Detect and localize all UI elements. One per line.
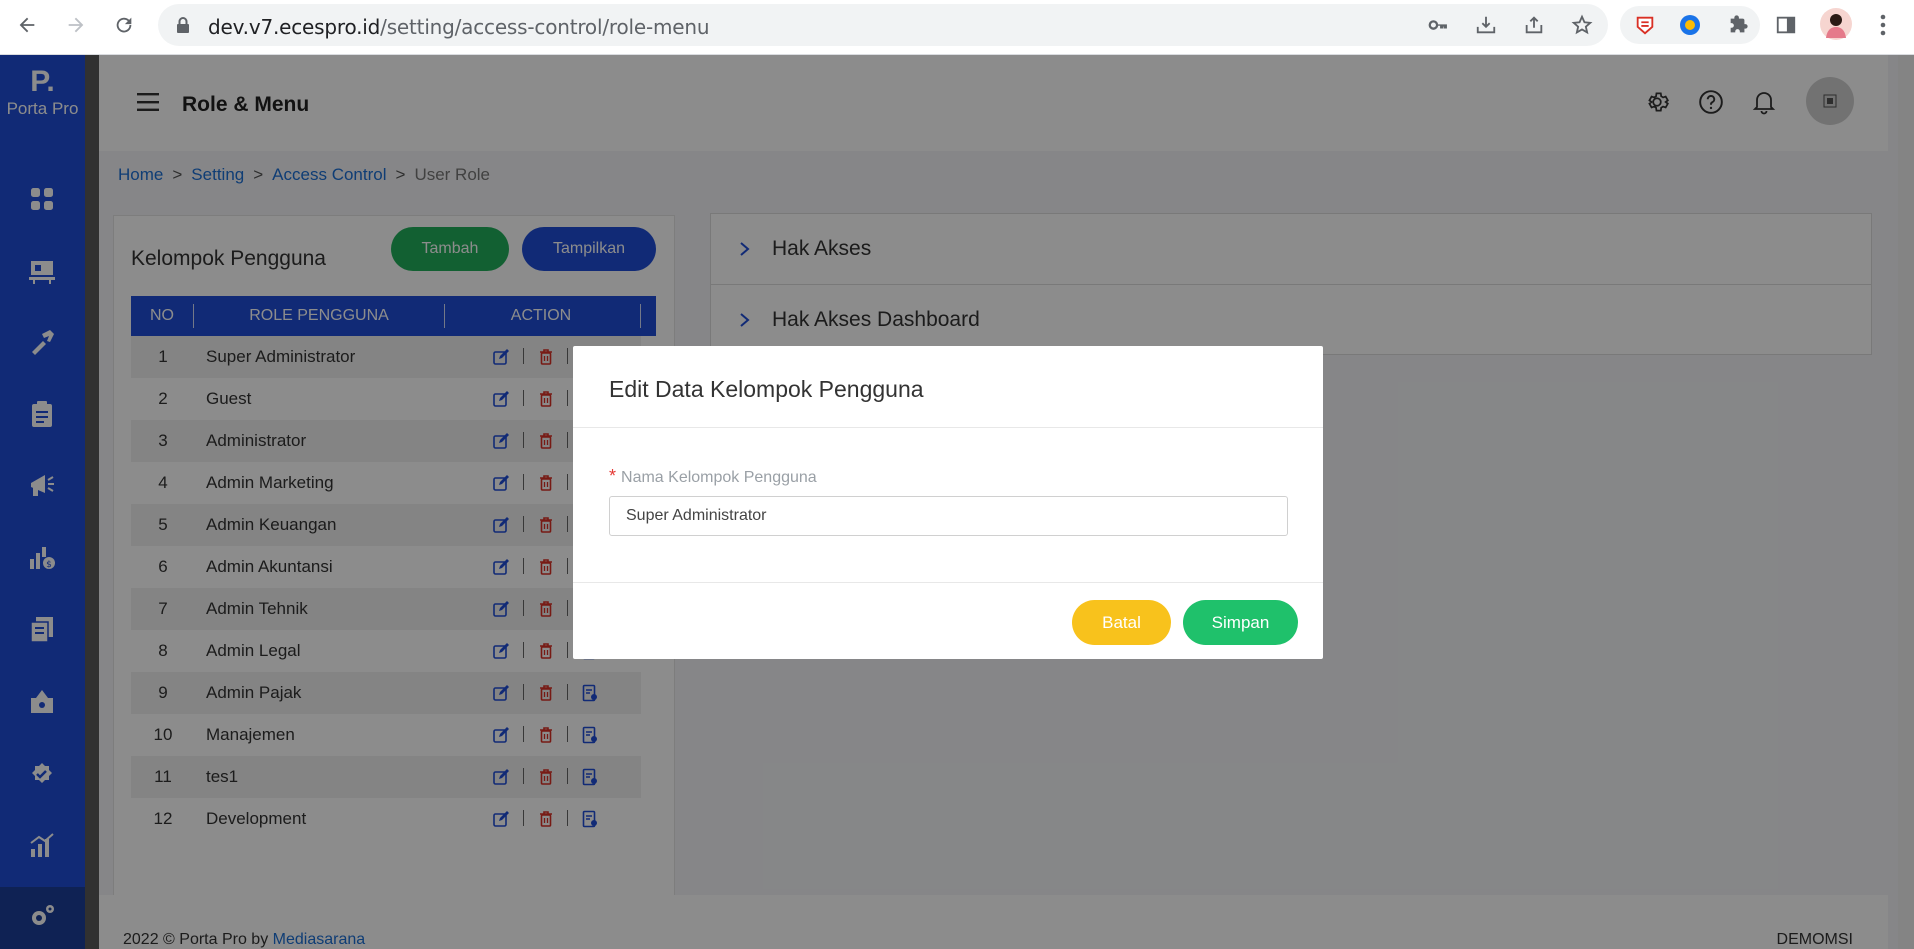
url-text: dev.v7.ecespro.id/setting/access-control…: [208, 15, 710, 39]
divider: [573, 582, 1323, 583]
required-asterisk: *: [609, 466, 617, 486]
back-icon[interactable]: [12, 10, 42, 40]
share-icon[interactable]: [1521, 12, 1547, 38]
side-panel-icon[interactable]: [1773, 12, 1799, 38]
field-label-text: Nama Kelompok Pengguna: [621, 469, 817, 486]
profile-avatar[interactable]: [1820, 8, 1852, 40]
key-icon[interactable]: [1425, 12, 1451, 38]
circle-extension-icon[interactable]: [1677, 12, 1703, 38]
cancel-button[interactable]: Batal: [1072, 600, 1171, 645]
modal-title: Edit Data Kelompok Pengguna: [609, 376, 924, 402]
reload-icon[interactable]: [109, 10, 139, 40]
field-label: * Nama Kelompok Pengguna: [609, 466, 817, 487]
save-button[interactable]: Simpan: [1183, 600, 1298, 645]
forward-icon[interactable]: [61, 10, 91, 40]
edit-group-modal: Edit Data Kelompok Pengguna * Nama Kelomp…: [573, 346, 1323, 659]
puzzle-icon[interactable]: [1725, 12, 1751, 38]
divider: [573, 427, 1323, 428]
browser-toolbar: dev.v7.ecespro.id/setting/access-control…: [0, 0, 1914, 55]
address-bar[interactable]: dev.v7.ecespro.id/setting/access-control…: [158, 4, 1608, 46]
install-icon[interactable]: [1473, 12, 1499, 38]
browser-menu-icon[interactable]: [1870, 12, 1896, 38]
lock-icon: [176, 17, 190, 38]
group-name-input[interactable]: [609, 496, 1288, 536]
shield-extension-icon[interactable]: [1632, 12, 1658, 38]
star-icon[interactable]: [1569, 12, 1595, 38]
